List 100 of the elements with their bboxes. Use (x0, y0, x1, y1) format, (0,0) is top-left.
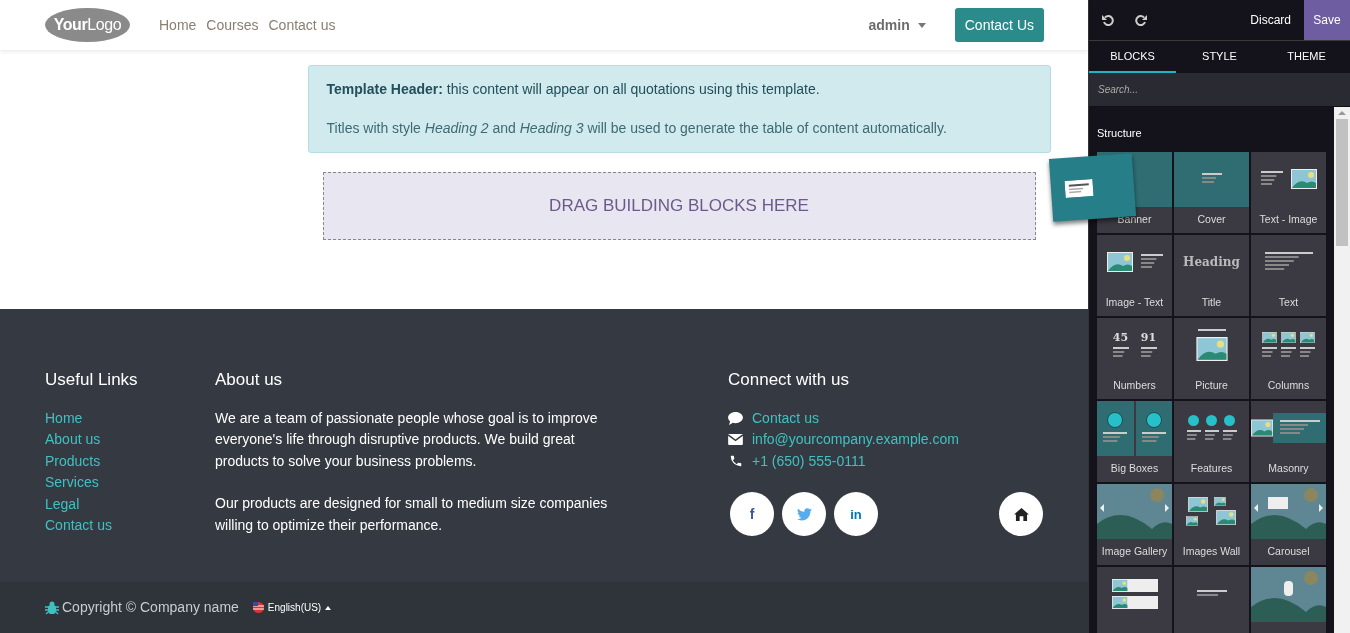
image-icon (1262, 331, 1277, 343)
contact-link[interactable]: info@yourcompany.example.com (752, 429, 959, 451)
image-icon (1300, 331, 1315, 343)
scrollbar-thumb[interactable] (1336, 119, 1348, 246)
facebook-icon: f (749, 503, 755, 525)
user-menu[interactable]: admin (868, 14, 926, 36)
redo-button[interactable] (1132, 14, 1150, 26)
image-icon (1111, 596, 1128, 609)
social-button[interactable]: in (834, 492, 878, 537)
circle-icon (1224, 414, 1235, 426)
discard-button[interactable]: Discard (1250, 11, 1291, 29)
footer-link[interactable]: About us (45, 429, 215, 451)
alert-note: Titles with style Heading 2 and Heading 3 will be used to generate the table of content automatically. (326, 119, 948, 138)
bug-icon (45, 600, 59, 615)
block-tile[interactable]: 45 91 Numbers (1097, 317, 1172, 399)
footer-link[interactable]: Products (45, 450, 215, 473)
block-tile[interactable]: Columns (1251, 317, 1326, 399)
chat-bubble-icon (728, 411, 743, 425)
text-lines-icon (1300, 346, 1315, 359)
circle-icon (1107, 412, 1124, 428)
number-sample: 45 (1112, 331, 1129, 343)
block-tile[interactable]: Text (1251, 234, 1326, 316)
save-button[interactable]: Save (1304, 0, 1350, 40)
block-tile[interactable]: Carousel (1251, 483, 1326, 565)
section-title: Structure (1097, 126, 1143, 141)
text-lines-icon (1264, 252, 1313, 272)
text-lines-icon (1196, 590, 1227, 598)
text-lines-icon (1141, 432, 1166, 444)
block-tile[interactable]: Text - Image (1251, 151, 1326, 233)
image-icon (1281, 331, 1296, 343)
undo-button[interactable] (1099, 14, 1117, 26)
home-icon (1013, 507, 1029, 521)
block-tile[interactable]: Images Wall (1174, 483, 1249, 565)
nav-link[interactable]: Home (159, 14, 197, 36)
footer-link[interactable]: Home (45, 407, 215, 430)
text-lines-icon (1262, 346, 1277, 359)
editor-tab[interactable]: THEME (1263, 41, 1350, 73)
block-tile[interactable]: Picture (1174, 317, 1249, 399)
search-field[interactable]: Search... (1089, 73, 1350, 107)
phone-icon (728, 454, 743, 469)
text-card-icon (1064, 179, 1094, 198)
envelope-icon (728, 434, 743, 446)
block-tile[interactable]: Big Boxes (1097, 400, 1172, 482)
copyright-text: Copyright © Company name (62, 598, 239, 617)
image-icon (1194, 337, 1229, 361)
undo-icon (1102, 14, 1114, 26)
block-tile[interactable] (1174, 566, 1249, 633)
editor-tab[interactable]: STYLE (1176, 41, 1263, 73)
image-icon (1290, 169, 1317, 189)
block-tile[interactable] (1097, 566, 1172, 633)
text-lines-icon (1140, 346, 1157, 359)
text-lines-icon (1103, 432, 1128, 444)
text-lines-icon (1186, 429, 1201, 442)
text-lines-icon (1222, 429, 1237, 442)
social-button[interactable] (782, 492, 826, 537)
about-paragraph: We are a team of passionate people whose goal is to improve everyone's life through disruptive products. We build great products to solve your business problems. (215, 408, 599, 471)
caret-icon (917, 22, 926, 28)
drop-zone: DRAG BUILDING BLOCKS HERE (322, 172, 1036, 240)
text-lines-icon (1201, 173, 1222, 185)
block-tile[interactable]: Cover (1174, 151, 1249, 233)
footer-heading: About us (215, 369, 284, 391)
block-tile[interactable]: Masonry (1251, 400, 1326, 482)
block-tile[interactable] (1251, 566, 1326, 633)
about-paragraph: Our products are designed for small to medium size companies willing to optimize their performance. (215, 494, 609, 535)
redo-icon (1135, 14, 1147, 26)
footer-heading: Useful Links (45, 369, 139, 391)
block-tile[interactable]: Features (1174, 400, 1249, 482)
circle-icon (1145, 412, 1162, 428)
nav-link[interactable]: Contact us (268, 14, 336, 36)
home-button[interactable] (999, 492, 1043, 537)
image-icon (1106, 252, 1133, 272)
block-tile[interactable]: Image - Text (1097, 234, 1172, 316)
circle-icon (1188, 414, 1199, 426)
image-icon (1213, 510, 1238, 525)
number-sample: 91 (1140, 331, 1157, 343)
text-lines-icon (1204, 429, 1219, 442)
text-lines-icon (1197, 329, 1226, 333)
image-icon (1213, 497, 1226, 506)
heading-sample: Heading (1183, 254, 1240, 271)
alert-text: Template Header: this content will appear on all quotations using this template. (326, 80, 821, 99)
image-icon (1185, 496, 1210, 512)
circle-icon (1206, 414, 1217, 426)
footer-link[interactable]: Services (45, 472, 215, 494)
contact-link[interactable]: Contact us (752, 407, 819, 430)
contact-us-button[interactable]: Contact Us (954, 8, 1044, 42)
text-lines-icon (1112, 346, 1129, 359)
text-lines-icon (1260, 171, 1283, 187)
nav-link[interactable]: Courses (206, 14, 259, 36)
scrollbar[interactable] (1334, 107, 1350, 633)
image-icon (1185, 515, 1198, 526)
social-button[interactable]: f (730, 492, 774, 537)
footer-link[interactable]: Contact us (45, 515, 215, 538)
text-lines-icon (1140, 254, 1163, 270)
language-selector[interactable]: English(US) (252, 600, 332, 615)
contact-link[interactable]: +1 (650) 555-0111 (752, 450, 866, 473)
text-lines-icon (1279, 420, 1320, 436)
footer-heading: Connect with us (728, 369, 850, 391)
block-tile[interactable]: Heading Title (1174, 234, 1249, 316)
footer-link[interactable]: Legal (45, 493, 215, 516)
block-tile[interactable]: Image Gallery (1097, 483, 1172, 565)
